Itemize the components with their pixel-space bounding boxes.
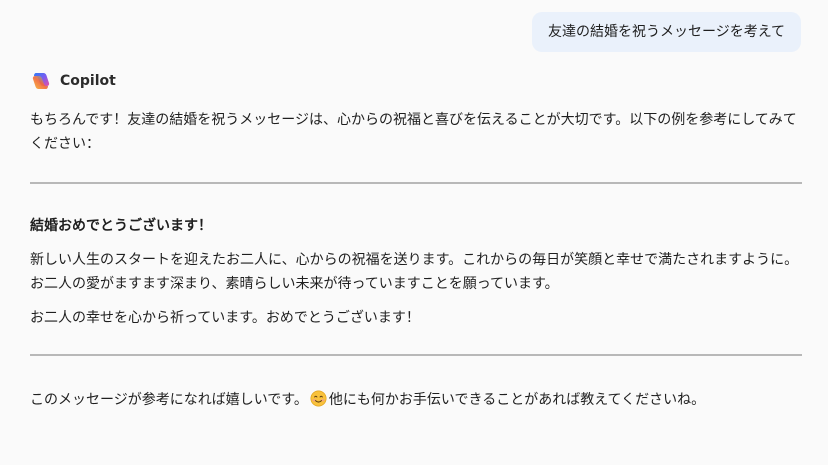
closing-text-before: このメッセージが参考になれば嬉しいです。 bbox=[30, 392, 308, 408]
copilot-logo-icon bbox=[32, 73, 50, 89]
response-intro: もちろんです！友達の結婚を祝うメッセージは、心からの祝福と喜びを伝えることが大切… bbox=[30, 112, 797, 152]
response-closing: このメッセージが参考になれば嬉しいです。 他にも何かお手伝いできることがあれば教… bbox=[30, 388, 780, 412]
assistant-name: Copilot bbox=[60, 73, 116, 89]
message-title: 結婚おめでとうございます！ bbox=[30, 218, 212, 234]
smiling-face-icon bbox=[310, 390, 327, 407]
divider-bottom bbox=[30, 354, 802, 356]
copilot-header: Copilot bbox=[30, 70, 116, 92]
user-message-bubble: 友達の結婚を祝うメッセージを考えて bbox=[531, 12, 801, 52]
message-body-2: お二人の幸せを心から祈っています。おめでとうございます！ bbox=[30, 310, 420, 326]
divider-top bbox=[30, 182, 802, 184]
closing-text-after: 他にも何かお手伝いできることがあれば教えてくださいね。 bbox=[328, 392, 706, 408]
message-body-1: 新しい人生のスタートを迎えたお二人に、心からの祝福を送ります。これからの毎日が笑… bbox=[30, 252, 799, 292]
assistant-response: もちろんです！友達の結婚を祝うメッセージは、心からの祝福と喜びを伝えることが大切… bbox=[30, 108, 802, 412]
